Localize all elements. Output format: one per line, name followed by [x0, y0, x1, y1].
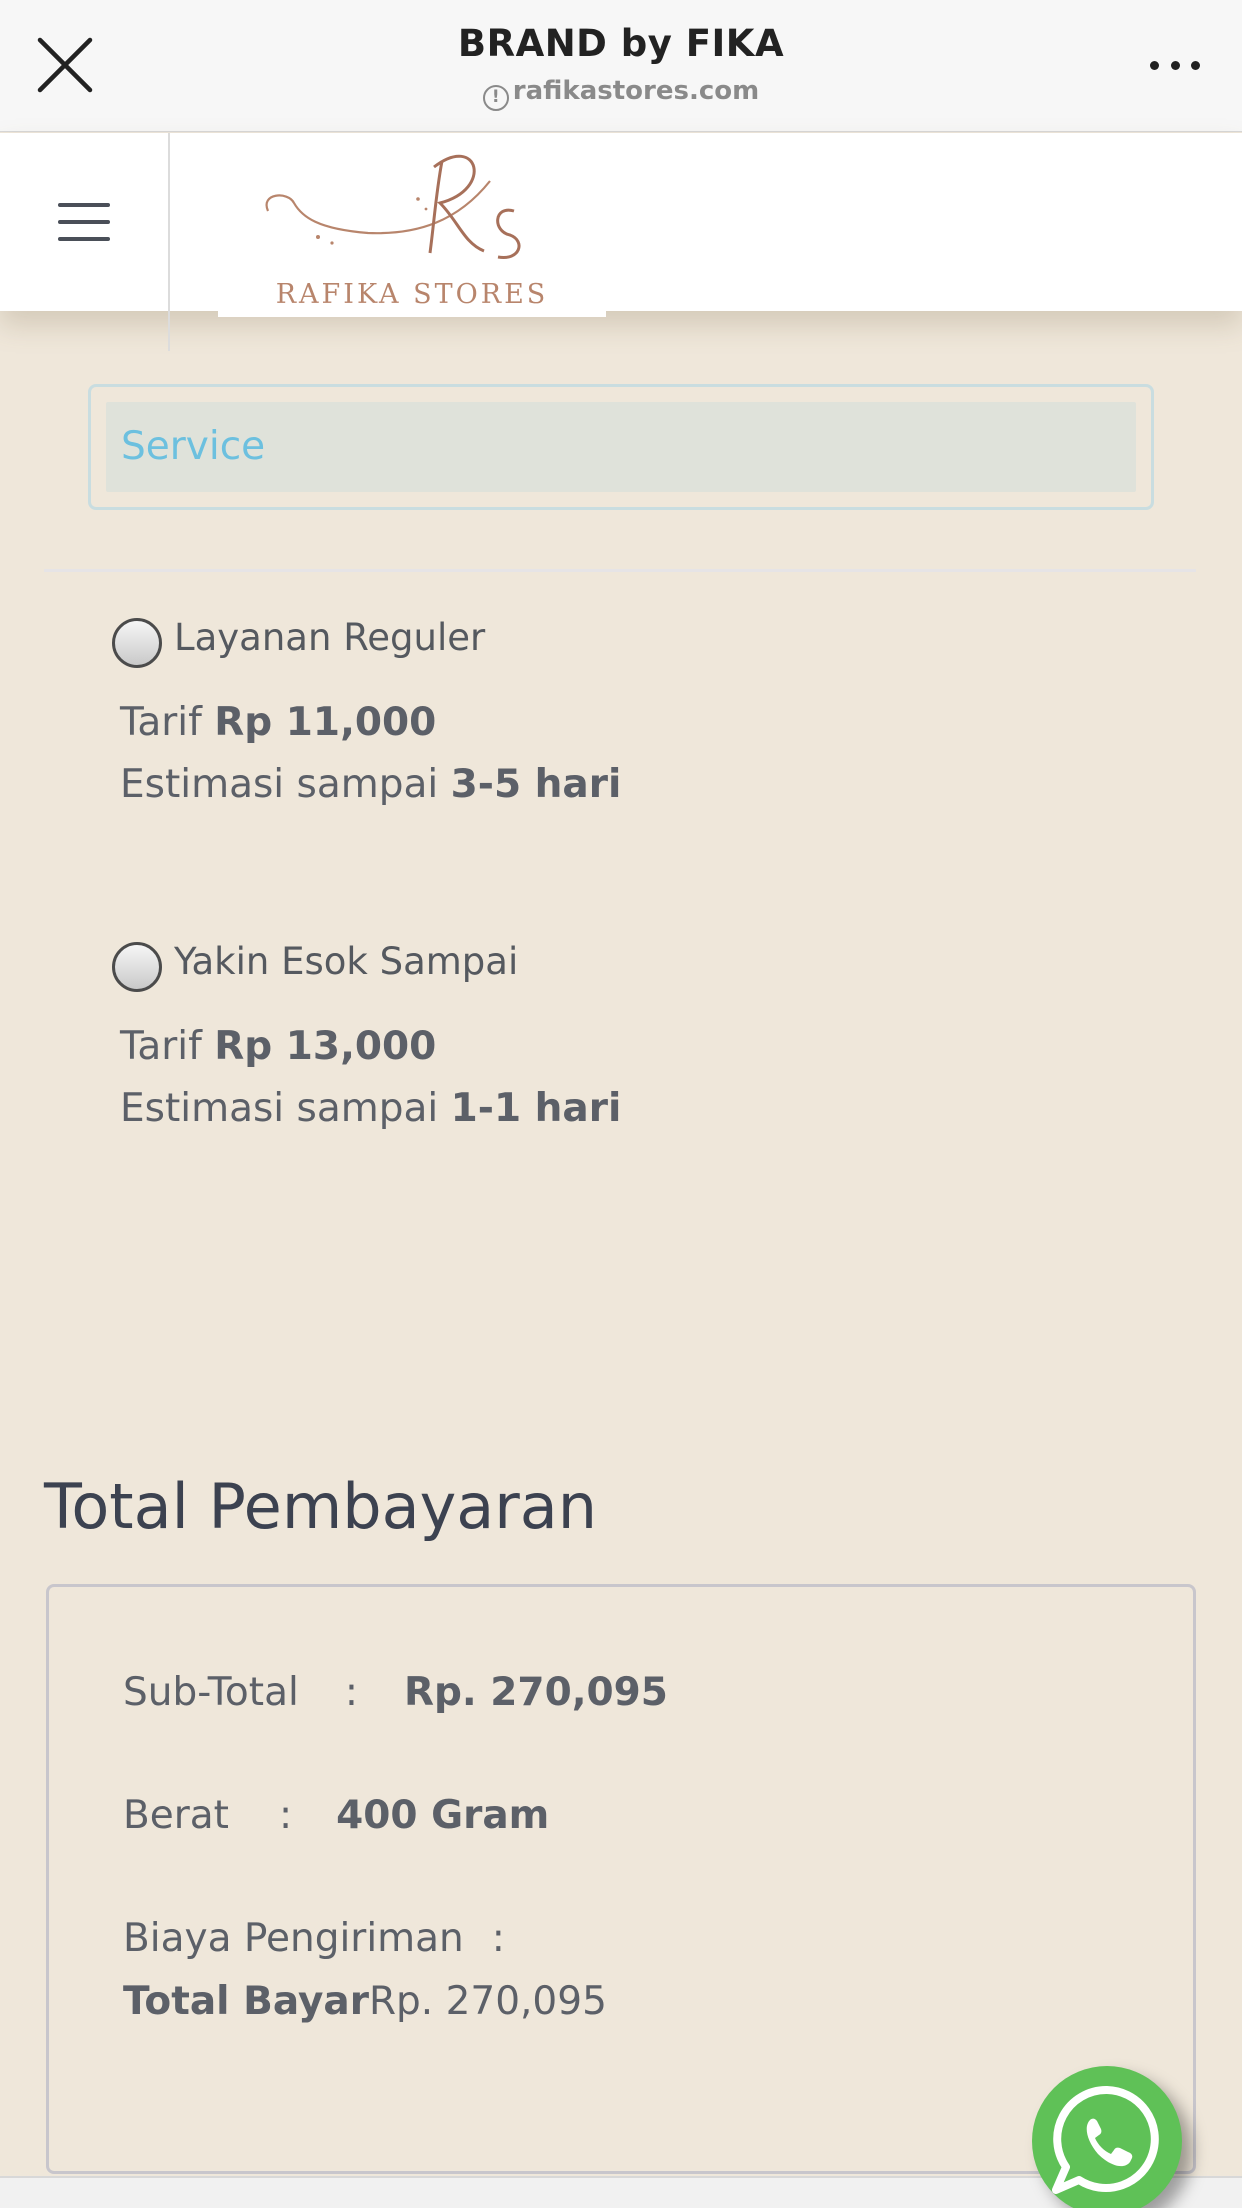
- berat-value: 400 Gram: [336, 1793, 550, 1838]
- menu-button[interactable]: [58, 203, 110, 241]
- estimasi-value: 3-5 hari: [450, 762, 622, 807]
- option-tarif: Tarif Rp 13,000: [120, 1024, 437, 1069]
- more-icon: [1150, 60, 1159, 70]
- biaya-row: Biaya Pengiriman:: [123, 1916, 505, 1961]
- tarif-value: Rp 13,000: [214, 1024, 437, 1069]
- option-estimasi: Estimasi sampai 1-1 hari: [120, 1086, 622, 1131]
- estimasi-value: 1-1 hari: [450, 1086, 622, 1131]
- site-header: [0, 133, 1242, 311]
- whatsapp-button[interactable]: [1032, 2066, 1182, 2208]
- option-name: Yakin Esok Sampai: [174, 940, 519, 983]
- whatsapp-icon: [1052, 2085, 1159, 2194]
- radio-button[interactable]: [112, 618, 162, 668]
- info-icon: !: [482, 85, 509, 111]
- url-text: rafikastores.com: [512, 76, 760, 106]
- header-divider: [168, 133, 170, 351]
- service-select[interactable]: Service: [88, 384, 1154, 510]
- section-divider: [44, 569, 1196, 572]
- menu-icon: [58, 203, 110, 207]
- service-placeholder: Service: [106, 402, 1136, 492]
- radio-button[interactable]: [112, 942, 162, 992]
- url-display[interactable]: ! rafikastores.com: [0, 76, 1242, 111]
- berat-label: Berat: [123, 1793, 229, 1838]
- option-name: Layanan Reguler: [174, 616, 486, 659]
- subtotal-label: Sub-Total: [123, 1670, 299, 1715]
- subtotal-row: Sub-Total: Rp. 270,095: [123, 1670, 668, 1715]
- subtotal-value: Rp. 270,095: [403, 1670, 668, 1715]
- option-tarif: Tarif Rp 11,000: [120, 700, 437, 745]
- total-heading: Total Pembayaran: [44, 1470, 598, 1543]
- page-title: BRAND by FIKA: [457, 22, 785, 65]
- option-estimasi: Estimasi sampai 3-5 hari: [120, 762, 622, 807]
- berat-row: Berat:400 Gram: [123, 1793, 550, 1838]
- logo-text: RAFIKA STORES: [275, 279, 549, 310]
- store-logo[interactable]: RAFIKA STORES: [218, 133, 606, 317]
- more-options-button[interactable]: [1150, 58, 1200, 72]
- total-bayar-row: Total BayarRp. 270,095: [123, 1979, 607, 2024]
- tarif-value: Rp 11,000: [214, 700, 437, 745]
- total-bayar-value: Rp. 270,095: [368, 1979, 607, 2024]
- browser-toolbar: BRAND by FIKA ! rafikastores.com: [0, 0, 1242, 132]
- total-bayar-label: Total Bayar: [123, 1979, 369, 2024]
- logo-monogram: [265, 154, 521, 259]
- biaya-label: Biaya Pengiriman: [123, 1916, 464, 1961]
